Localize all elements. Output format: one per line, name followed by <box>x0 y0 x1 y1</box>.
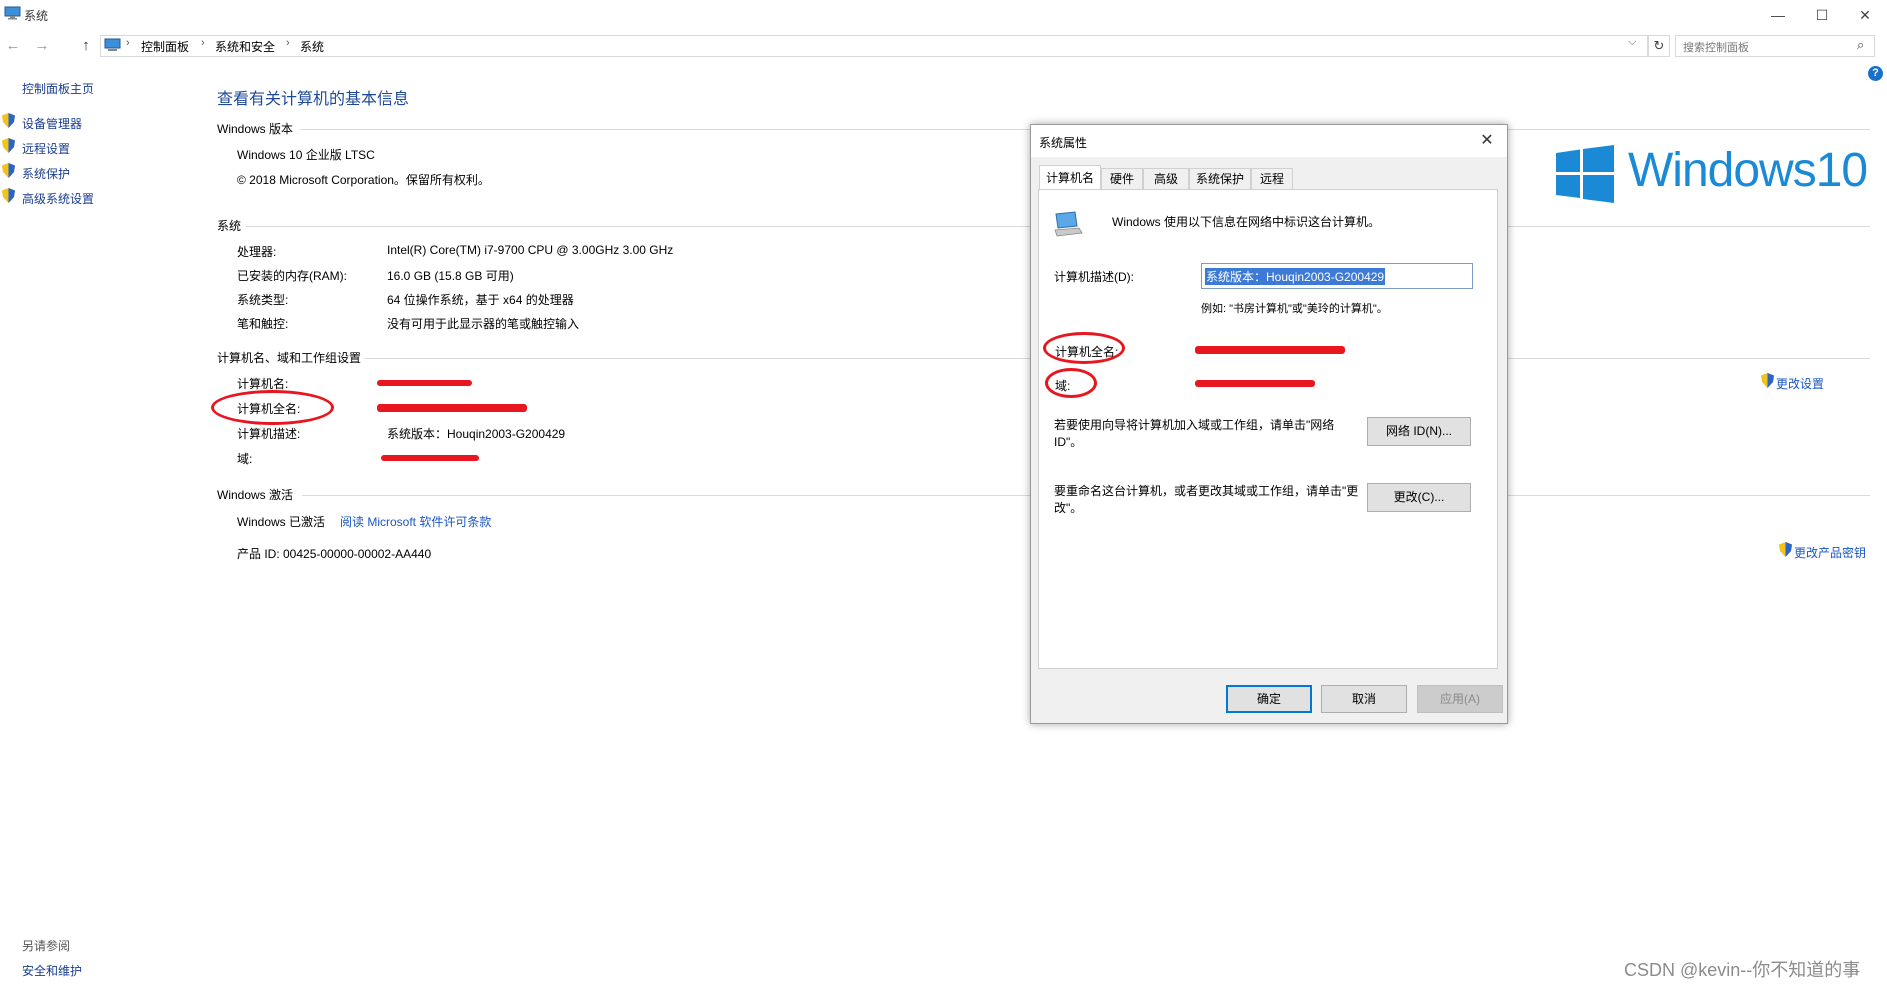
pen-touch-label: 笔和触控: <box>237 317 289 331</box>
chevron-right-icon: › <box>126 37 130 49</box>
page-title: 查看有关计算机的基本信息 <box>217 91 410 108</box>
breadcrumb-control-panel[interactable]: 控制面板 <box>141 38 189 55</box>
ram-value: 16.0 GB (15.8 GB 可用) <box>387 269 514 283</box>
description-hint: 例如: "书房计算机"或"美玲的计算机"。 <box>1201 303 1388 315</box>
windows-logo-text: Windows10 <box>1628 144 1868 197</box>
processor-label: 处理器: <box>237 245 277 259</box>
annotation-circle <box>211 390 334 425</box>
title-bar: 系统 — ☐ ✕ <box>0 0 1887 30</box>
redaction-mark <box>1195 380 1315 387</box>
description-input-value: 系统版本：Houqin2003-G200429 <box>1205 268 1386 285</box>
network-id-instruction: 若要使用向导将计算机加入域或工作组，请单击"网络 ID"。 <box>1054 418 1335 449</box>
search-placeholder: 搜索控制面板 <box>1683 42 1749 54</box>
up-arrow-icon[interactable]: ↑ <box>77 37 95 54</box>
shield-icon <box>1779 542 1792 557</box>
sidebar-item-advanced[interactable]: 高级系统设置 <box>22 190 94 207</box>
address-bar[interactable] <box>100 35 1648 57</box>
see-also-title: 另请参阅 <box>22 939 71 953</box>
change-settings-link[interactable]: 更改设置 <box>1776 375 1824 392</box>
computer-icon <box>104 38 121 51</box>
sidebar-home-link[interactable]: 控制面板主页 <box>22 80 94 97</box>
change-button[interactable]: 更改(C)... <box>1367 483 1471 512</box>
search-icon[interactable]: ⌕ <box>1857 37 1864 53</box>
chevron-right-icon: › <box>286 37 290 49</box>
sidebar-item-device-manager[interactable]: 设备管理器 <box>22 115 82 132</box>
cancel-button[interactable]: 取消 <box>1321 685 1407 713</box>
back-arrow-icon[interactable]: ← <box>4 37 22 54</box>
refresh-icon[interactable]: ↻ <box>1648 35 1670 57</box>
change-product-key-link[interactable]: 更改产品密钥 <box>1794 544 1866 561</box>
section-title-computer-name: 计算机名、域和工作组设置 <box>217 351 362 365</box>
minimize-button[interactable]: — <box>1756 4 1800 26</box>
dialog-intro-text: Windows 使用以下信息在网络中标识这台计算机。 <box>1112 215 1381 229</box>
section-title-activation: Windows 激活 <box>217 488 294 502</box>
windows-logo-icon <box>1556 145 1614 203</box>
system-type-value: 64 位操作系统，基于 x64 的处理器 <box>387 293 574 307</box>
breadcrumb-system-security[interactable]: 系统和安全 <box>215 38 275 55</box>
shield-icon <box>2 138 15 153</box>
redaction-mark <box>377 404 527 412</box>
annotation-circle <box>1043 332 1125 364</box>
sidebar-item-remote[interactable]: 远程设置 <box>22 140 70 157</box>
processor-value: Intel(R) Core(TM) i7-9700 CPU @ 3.00GHz … <box>387 243 674 257</box>
system-properties-dialog: 系统属性 ✕ 计算机名 硬件 高级 系统保护 远程 Windows 使用以下信息… <box>1030 124 1508 724</box>
tab-system-protection[interactable]: 系统保护 <box>1189 168 1251 189</box>
redaction-mark <box>381 455 479 461</box>
tab-advanced[interactable]: 高级 <box>1143 168 1189 189</box>
shield-icon <box>1761 373 1774 388</box>
breadcrumb-system[interactable]: 系统 <box>300 38 324 55</box>
chevron-right-icon: › <box>201 37 205 49</box>
help-icon[interactable]: ? <box>1868 66 1883 81</box>
watermark-text: CSDN @kevin--你不知道的事 <box>1624 960 1861 980</box>
apply-button[interactable]: 应用(A) <box>1417 685 1503 713</box>
copyright-text: © 2018 Microsoft Corporation。保留所有权利。 <box>237 173 490 187</box>
computer-icon <box>4 6 21 20</box>
tab-hardware[interactable]: 硬件 <box>1101 168 1143 189</box>
dialog-close-button[interactable]: ✕ <box>1475 130 1499 150</box>
redaction-mark <box>1195 346 1345 354</box>
pen-touch-value: 没有可用于此显示器的笔或触控输入 <box>387 317 580 331</box>
license-terms-link[interactable]: 阅读 Microsoft 软件许可条款 <box>340 513 491 530</box>
redaction-mark <box>377 380 472 386</box>
edition-value: Windows 10 企业版 LTSC <box>237 148 375 162</box>
network-id-button[interactable]: 网络 ID(N)... <box>1367 417 1471 446</box>
ok-button[interactable]: 确定 <box>1226 685 1312 713</box>
product-id: 产品 ID: 00425-00000-00002-AA440 <box>237 547 432 561</box>
shield-icon <box>2 113 15 128</box>
shield-icon <box>2 163 15 178</box>
shield-icon <box>2 188 15 203</box>
window-title: 系统 <box>24 9 49 23</box>
rename-instruction: 要重命名这台计算机，或者更改其域或工作组，请单击"更改"。 <box>1054 484 1359 515</box>
description-field-label: 计算机描述(D): <box>1054 270 1134 284</box>
close-button[interactable]: ✕ <box>1843 4 1887 26</box>
chevron-down-icon[interactable]: ⌵ <box>1628 36 1636 49</box>
system-type-label: 系统类型: <box>237 293 289 307</box>
computer-icon <box>1054 211 1083 237</box>
forward-arrow-icon[interactable]: → <box>33 37 51 54</box>
description-label: 计算机描述: <box>237 427 301 441</box>
sidebar-item-system-protection[interactable]: 系统保护 <box>22 165 70 182</box>
description-input[interactable]: 系统版本：Houqin2003-G200429 <box>1201 263 1473 289</box>
domain-label: 域: <box>237 452 253 466</box>
maximize-button[interactable]: ☐ <box>1800 4 1844 26</box>
annotation-circle <box>1045 368 1097 398</box>
tab-remote[interactable]: 远程 <box>1251 168 1293 189</box>
security-maintenance-link[interactable]: 安全和维护 <box>22 962 82 979</box>
dialog-title-bar: 系统属性 ✕ <box>1031 125 1507 157</box>
tab-computer-name[interactable]: 计算机名 <box>1039 165 1101 189</box>
section-title-edition: Windows 版本 <box>217 122 294 136</box>
activation-status: Windows 已激活 <box>237 515 326 529</box>
section-title-system: 系统 <box>217 219 242 233</box>
ram-label: 已安装的内存(RAM): <box>237 269 347 283</box>
description-value: 系统版本：Houqin2003-G200429 <box>387 427 566 441</box>
dialog-title: 系统属性 <box>1039 136 1088 150</box>
